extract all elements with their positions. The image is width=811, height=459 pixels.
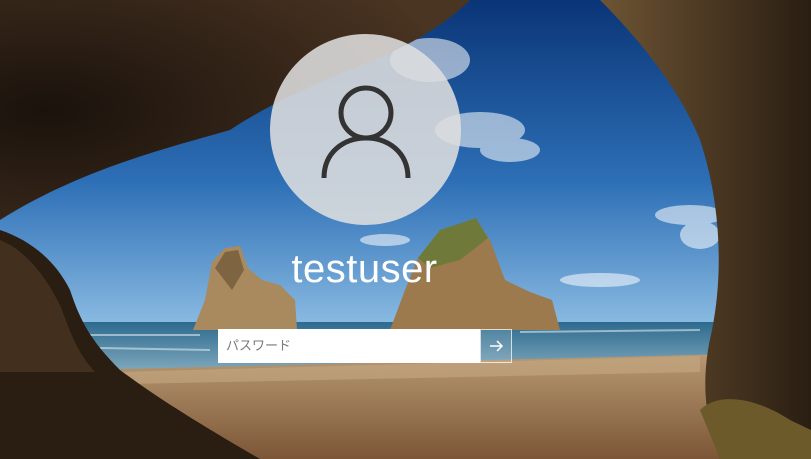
user-avatar — [270, 34, 461, 225]
password-form — [218, 329, 512, 363]
password-input[interactable] — [218, 329, 480, 363]
submit-button[interactable] — [480, 329, 512, 363]
person-icon — [321, 85, 410, 178]
arrow-right-icon — [490, 340, 504, 352]
username-label: testuser — [291, 247, 438, 291]
